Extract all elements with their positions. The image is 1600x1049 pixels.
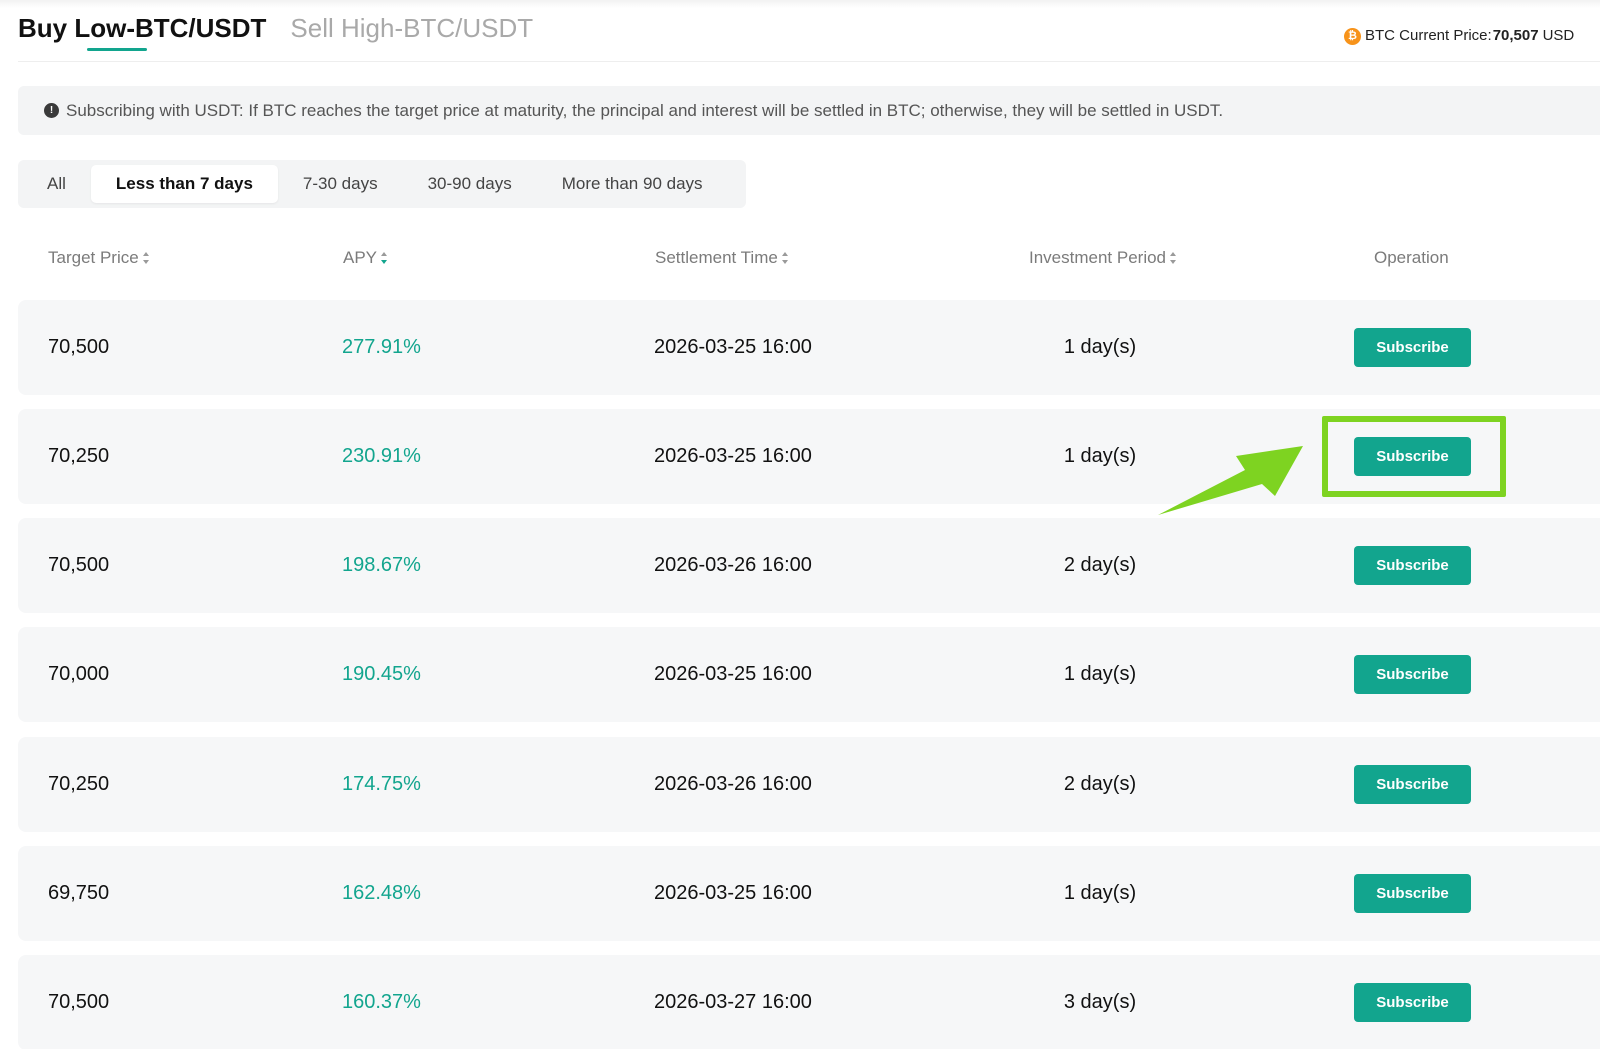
- operation-cell: Subscribe: [1354, 955, 1471, 1049]
- subscribe-button[interactable]: Subscribe: [1354, 765, 1471, 804]
- info-icon: !: [44, 103, 59, 118]
- price-value: 70,507: [1492, 27, 1539, 44]
- target-price-cell: 70,500: [48, 991, 110, 1013]
- filter-7-30-days[interactable]: 7-30 days: [278, 165, 403, 203]
- investment-period-cell: 2 day(s): [1063, 773, 1137, 795]
- sort-descending-icon: [381, 252, 388, 264]
- investment-period-cell: 1 day(s): [1063, 445, 1137, 467]
- column-label: Settlement Time: [655, 248, 778, 267]
- operation-cell: Subscribe: [1354, 300, 1471, 395]
- operation-cell: Subscribe: [1354, 846, 1471, 941]
- period-filter: All Less than 7 days 7-30 days 30-90 day…: [18, 160, 746, 208]
- product-tabs: Buy Low-BTC/USDT Sell High-BTC/USDT: [18, 10, 533, 62]
- filter-less-than-7-days[interactable]: Less than 7 days: [90, 165, 278, 203]
- column-label: Target Price: [48, 248, 139, 267]
- apy-cell: 190.45%: [342, 663, 421, 685]
- operation-cell: Subscribe: [1354, 409, 1471, 504]
- settlement-time-cell: 2026-03-25 16:00: [654, 882, 812, 904]
- column-label: Investment Period: [1029, 248, 1167, 267]
- column-operation: Operation: [1374, 248, 1449, 268]
- filter-all[interactable]: All: [22, 165, 91, 203]
- table-row: 70,500 198.67% 2026-03-26 16:00 2 day(s)…: [18, 518, 1600, 613]
- settlement-time-cell: 2026-03-26 16:00: [654, 773, 812, 795]
- subscribe-button[interactable]: Subscribe: [1354, 546, 1471, 585]
- operation-cell: Subscribe: [1354, 737, 1471, 832]
- investment-period-cell: 1 day(s): [1063, 336, 1137, 358]
- investment-period-cell: 2 day(s): [1063, 554, 1137, 576]
- top-shadow: [0, 0, 1600, 8]
- apy-cell: 230.91%: [342, 445, 421, 467]
- apy-cell: 162.48%: [342, 882, 421, 904]
- column-apy[interactable]: APY: [343, 248, 388, 268]
- subscribe-button[interactable]: Subscribe: [1354, 437, 1471, 476]
- table-row: 70,000 190.45% 2026-03-25 16:00 1 day(s)…: [18, 627, 1600, 722]
- investment-period-cell: 1 day(s): [1063, 663, 1137, 685]
- tab-buy-low[interactable]: Buy Low-BTC/USDT: [18, 10, 266, 62]
- subscribe-button[interactable]: Subscribe: [1354, 655, 1471, 694]
- table-row: 70,250 230.91% 2026-03-25 16:00 1 day(s)…: [18, 409, 1600, 504]
- sort-icon: [781, 252, 789, 264]
- subscribe-button[interactable]: Subscribe: [1354, 328, 1471, 367]
- active-tab-indicator: [87, 48, 147, 51]
- table-row: 70,500 277.91% 2026-03-25 16:00 1 day(s)…: [18, 300, 1600, 395]
- target-price-cell: 70,250: [48, 445, 110, 467]
- sort-icon: [1170, 252, 1177, 264]
- notice-text: Subscribing with USDT: If BTC reaches th…: [66, 100, 1224, 120]
- bitcoin-icon: ₿: [1344, 27, 1361, 45]
- subscribe-button[interactable]: Subscribe: [1354, 983, 1471, 1022]
- subscribe-button[interactable]: Subscribe: [1354, 874, 1471, 913]
- column-settlement-time[interactable]: Settlement Time: [655, 248, 789, 268]
- column-label: Operation: [1374, 248, 1449, 267]
- header-divider: [18, 61, 1600, 62]
- sort-icon: [142, 252, 150, 264]
- tab-sell-high[interactable]: Sell High-BTC/USDT: [290, 10, 533, 62]
- column-target-price[interactable]: Target Price: [48, 248, 150, 268]
- btc-current-price: ₿ BTC Current Price: 70,507 USD: [1344, 26, 1574, 46]
- column-investment-period[interactable]: Investment Period: [1029, 248, 1177, 268]
- settlement-time-cell: 2026-03-25 16:00: [654, 336, 812, 358]
- settlement-notice: ! Subscribing with USDT: If BTC reaches …: [18, 86, 1600, 135]
- settlement-time-cell: 2026-03-27 16:00: [654, 991, 812, 1013]
- operation-cell: Subscribe: [1354, 627, 1471, 722]
- price-label: BTC Current Price:: [1365, 27, 1492, 44]
- filter-more-than-90-days[interactable]: More than 90 days: [537, 165, 728, 203]
- dual-investment-page: Buy Low-BTC/USDT Sell High-BTC/USDT ₿ BT…: [0, 0, 1600, 1049]
- table-row: 70,250 174.75% 2026-03-26 16:00 2 day(s)…: [18, 737, 1600, 832]
- settlement-time-cell: 2026-03-25 16:00: [654, 663, 812, 685]
- apy-cell: 277.91%: [342, 336, 421, 358]
- table-header: Target Price APY Settlement Time Investm…: [18, 240, 1600, 276]
- operation-cell: Subscribe: [1354, 518, 1471, 613]
- investment-period-cell: 1 day(s): [1063, 882, 1137, 904]
- filter-30-90-days[interactable]: 30-90 days: [403, 165, 537, 203]
- investment-period-cell: 3 day(s): [1063, 991, 1137, 1013]
- column-label: APY: [343, 248, 378, 267]
- target-price-cell: 69,750: [48, 882, 110, 904]
- apy-cell: 174.75%: [342, 773, 421, 795]
- settlement-time-cell: 2026-03-26 16:00: [654, 554, 812, 576]
- target-price-cell: 70,250: [48, 773, 110, 795]
- price-unit: USD: [1542, 27, 1575, 44]
- table-row: 70,500 160.37% 2026-03-27 16:00 3 day(s)…: [18, 955, 1600, 1049]
- apy-cell: 198.67%: [342, 554, 421, 576]
- target-price-cell: 70,000: [48, 663, 110, 685]
- apy-cell: 160.37%: [342, 991, 421, 1013]
- target-price-cell: 70,500: [48, 554, 110, 576]
- settlement-time-cell: 2026-03-25 16:00: [654, 445, 812, 467]
- table-row: 69,750 162.48% 2026-03-25 16:00 1 day(s)…: [18, 846, 1600, 941]
- target-price-cell: 70,500: [48, 336, 110, 358]
